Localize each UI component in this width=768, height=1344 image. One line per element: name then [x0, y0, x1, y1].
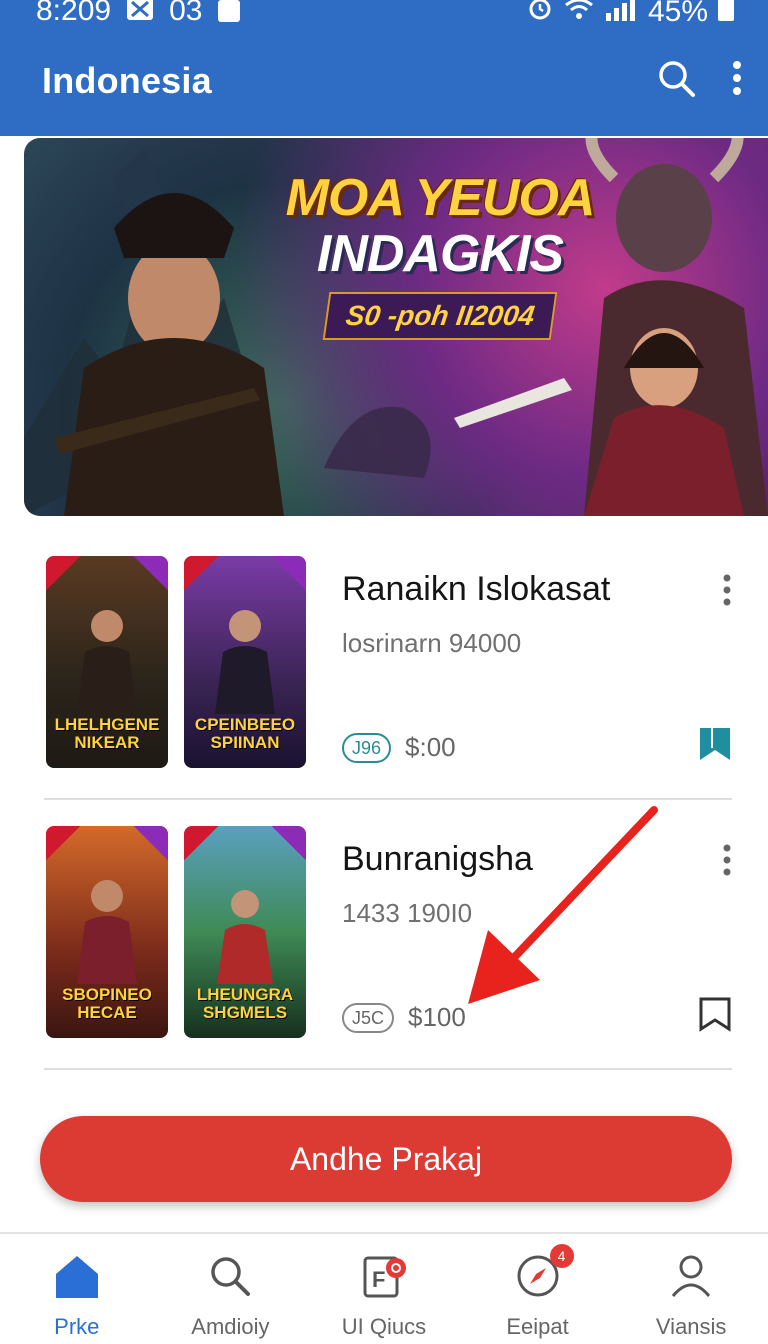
thumb-corner-badge	[134, 826, 168, 860]
bookmark-button[interactable]	[698, 726, 732, 767]
tag-badge: J5C	[342, 1002, 395, 1033]
bottom-navigation: Prke Amdioiy F UI Qiucs 4 Eeipat Viansis	[0, 1232, 768, 1344]
nav-label: Eeipat	[506, 1314, 569, 1339]
card-subtitle: losrinarn 94000	[342, 628, 522, 658]
document-icon: F	[363, 1256, 406, 1298]
nav-label: Amdioiy	[191, 1314, 270, 1339]
nav-item-explore[interactable]: 4 Eeipat	[461, 1234, 615, 1344]
svg-text:F: F	[372, 1267, 385, 1292]
nav-label: Viansis	[655, 1314, 727, 1339]
nav-label: Prke	[54, 1314, 100, 1339]
signal-icon	[604, 0, 638, 29]
banner-subtitle: S0 -poh II2004	[322, 292, 558, 340]
wifi-icon	[564, 0, 594, 29]
thumb-corner-badge	[134, 556, 168, 590]
status-bar: 8:209 03 45%	[0, 0, 768, 36]
game-thumbnail[interactable]: LHEUNGRA SHGMELS	[184, 826, 306, 1038]
battery-icon	[718, 0, 734, 29]
battery-level: 45%	[647, 0, 708, 28]
thumb-corner-badge	[184, 556, 218, 590]
item-menu-button[interactable]	[722, 844, 732, 881]
more-vert-icon	[723, 844, 731, 876]
thumb-corner-badge	[272, 826, 306, 860]
person-icon	[672, 1255, 711, 1297]
bookmark-filled-icon	[700, 728, 730, 760]
search-button[interactable]	[656, 58, 696, 98]
card-subtitle: 1433 190I0	[342, 898, 473, 928]
search-icon	[211, 1257, 251, 1296]
banner-title-line1: MOA YEUOA	[285, 169, 596, 227]
more-vert-icon	[723, 574, 731, 606]
notification-badge: 4	[549, 1244, 574, 1268]
thumb-corner-badge	[184, 826, 218, 860]
sim-icon	[218, 0, 241, 22]
nav-item-documents[interactable]: F UI Qiucs	[307, 1234, 461, 1344]
more-vert-icon	[733, 61, 741, 95]
alarm-icon	[526, 0, 554, 30]
price-label: $100	[408, 1002, 466, 1032]
search-icon	[659, 61, 695, 97]
tag-badge: J96	[342, 732, 392, 763]
nav-item-profile[interactable]: Viansis	[614, 1234, 768, 1344]
game-thumbnail[interactable]: LHELHGENE NIKEAR	[46, 556, 168, 768]
game-thumbnail[interactable]: SBOPINEO HECAE	[46, 826, 168, 1038]
nav-item-home[interactable]: Prke	[0, 1234, 154, 1344]
card-title[interactable]: Bunranigsha	[342, 840, 533, 879]
card-title[interactable]: Ranaikn Islokasat	[342, 570, 610, 609]
status-time: 8:209	[36, 0, 112, 27]
notification-icon	[127, 0, 154, 28]
primary-action-button[interactable]: Andhe Prakaj	[40, 1116, 732, 1202]
list-item[interactable]: SBOPINEO HECAE LHEUNGRA SHGMELS Bunranig…	[44, 800, 732, 1070]
notification-count: 03	[169, 0, 203, 27]
list-item[interactable]: LHELHGENE NIKEAR CPEINBEEO SPIINAN Ranai…	[44, 530, 732, 800]
thumb-caption: LHEUNGRA SHGMELS	[196, 985, 294, 1023]
character-figure	[215, 610, 275, 714]
featured-banner[interactable]: MOA YEUOA INDAGKIS S0 -poh II2004	[24, 138, 768, 516]
character-figure	[217, 890, 273, 984]
game-thumbnail[interactable]: CPEINBEEO SPIINAN	[184, 556, 306, 768]
character-figure	[77, 610, 137, 714]
home-icon	[55, 1256, 98, 1298]
thumb-corner-badge	[46, 556, 80, 590]
nav-label: UI Qiucs	[341, 1314, 427, 1339]
game-list: LHELHGENE NIKEAR CPEINBEEO SPIINAN Ranai…	[44, 530, 732, 1070]
nav-item-search[interactable]: Amdioiy	[154, 1234, 308, 1344]
bookmark-button[interactable]	[698, 996, 732, 1037]
item-menu-button[interactable]	[722, 574, 732, 611]
banner-title-line2: INDAGKIS	[316, 225, 564, 283]
app-bar: 8:209 03 45% Indonesia	[0, 0, 768, 136]
overflow-menu-button[interactable]	[732, 60, 742, 96]
character-figure	[77, 880, 137, 984]
thumb-corner-badge	[46, 826, 80, 860]
thumb-caption: LHELHGENE NIKEAR	[54, 715, 160, 753]
thumb-caption: SBOPINEO HECAE	[62, 985, 152, 1023]
thumb-corner-badge	[272, 556, 306, 590]
price-label: $:00	[405, 732, 456, 762]
bookmark-outline-icon	[699, 997, 731, 1032]
app-title: Indonesia	[42, 60, 212, 101]
thumb-caption: CPEINBEEO SPIINAN	[194, 715, 296, 753]
